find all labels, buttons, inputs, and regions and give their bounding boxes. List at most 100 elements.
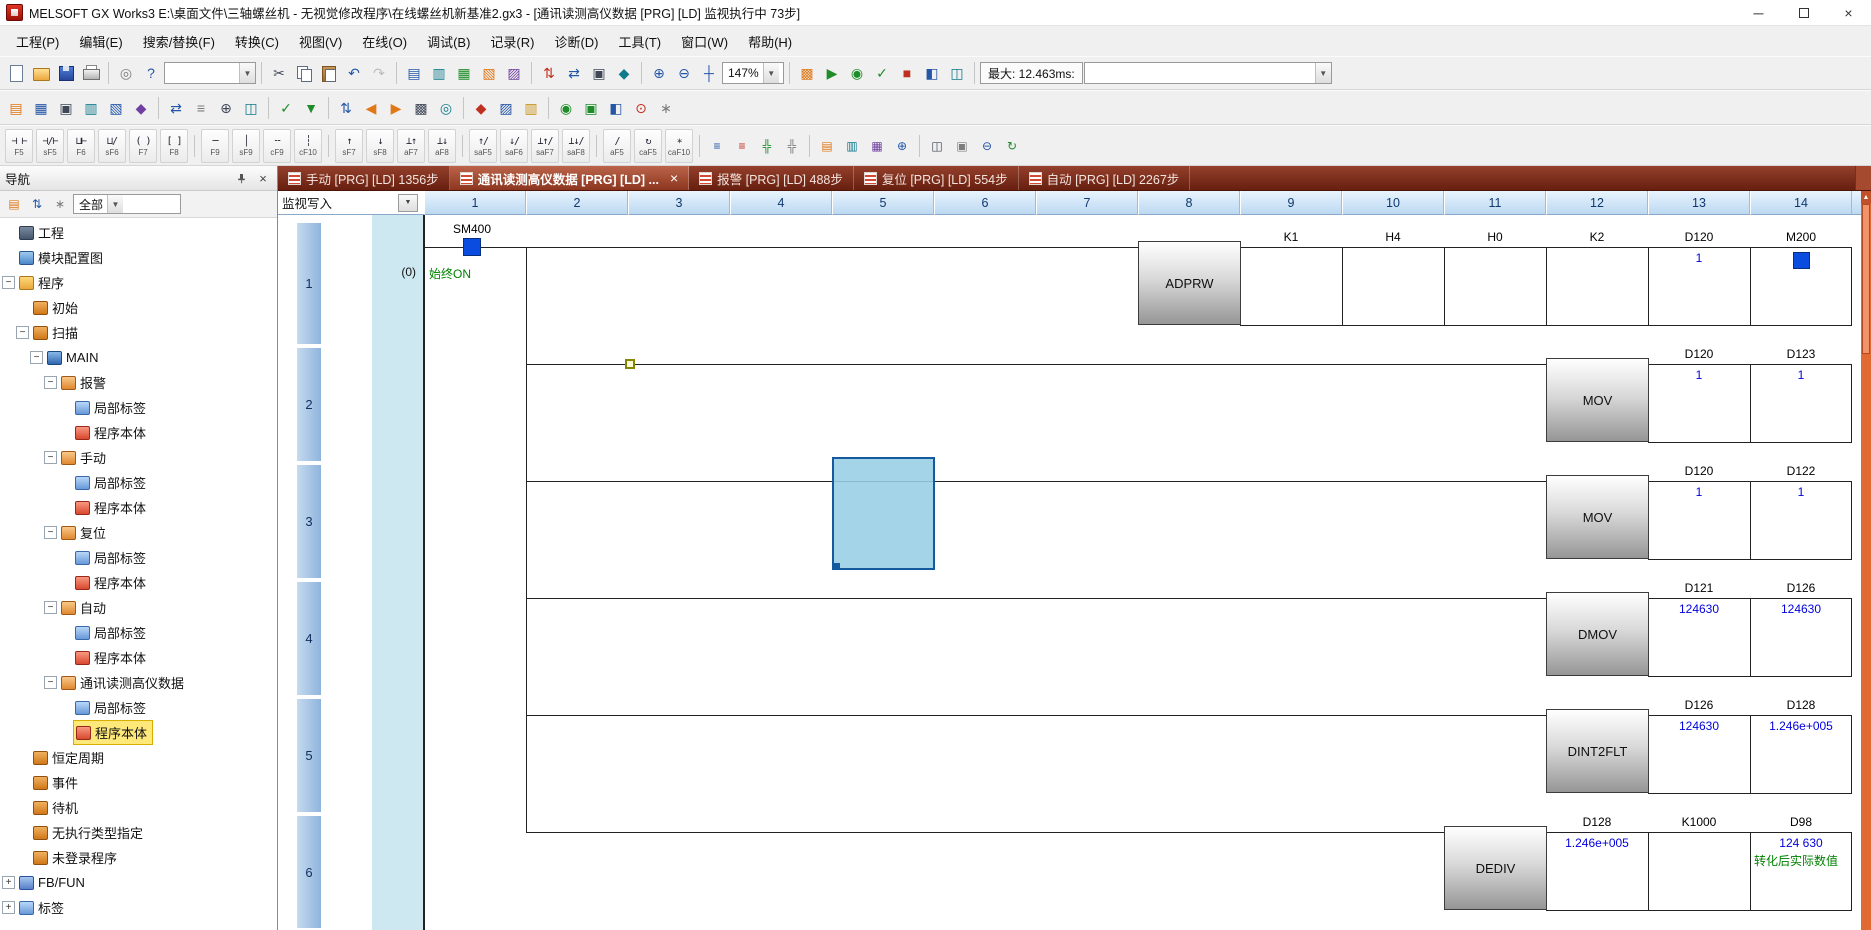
device-comment-display-icon[interactable]: ▤ <box>402 61 426 85</box>
menu-window[interactable]: 窗口(W) <box>671 27 738 56</box>
row-number[interactable]: 5 <box>296 698 322 813</box>
selected-cell[interactable] <box>832 457 935 570</box>
tab-overflow-button[interactable] <box>1855 166 1871 190</box>
system-monitor-icon[interactable]: ▨ <box>494 96 518 120</box>
invert-result-button[interactable]: /aF5 <box>603 129 631 163</box>
undo-icon[interactable]: ↶ <box>342 61 366 85</box>
minimize-button[interactable]: ─ <box>1736 0 1781 25</box>
program-navigation-icon[interactable]: ▤ <box>4 96 28 120</box>
cross-reference-icon[interactable]: ⇄ <box>164 96 188 120</box>
device-monitor-icon[interactable]: ▧ <box>477 61 501 85</box>
row-number[interactable]: 4 <box>296 581 322 696</box>
menu-convert[interactable]: 转换(C) <box>225 27 289 56</box>
menu-debug[interactable]: 调试(B) <box>417 27 480 56</box>
rising-pulse-close-branch-button[interactable]: ⊥↑/saF7 <box>531 129 559 163</box>
expander-icon[interactable] <box>30 351 43 364</box>
sidebar-item-module-config[interactable]: 模块配置图 <box>0 245 277 270</box>
display-setting-icon[interactable]: ▣ <box>950 134 974 158</box>
copy-icon[interactable] <box>292 61 316 85</box>
convert-result-rising-button[interactable]: ↻caF5 <box>634 129 662 163</box>
expander-icon[interactable] <box>16 326 29 339</box>
tab-alarm[interactable]: 报警 [PRG] [LD] 488步 <box>689 166 854 190</box>
tree-display-icon[interactable]: ▤ <box>4 194 24 214</box>
undo-history-icon[interactable]: ◎ <box>114 61 138 85</box>
chevron-down-icon[interactable]: ▼ <box>239 63 255 83</box>
monitor-stop-icon[interactable]: ■ <box>895 61 919 85</box>
tree-filter-combo[interactable]: 全部▼ <box>73 194 181 214</box>
sidebar-item-manual[interactable]: 手动 <box>0 445 277 470</box>
ladder-editor[interactable]: 监视写入 ▼ 1 2 3 4 5 6 7 8 9 10 11 12 13 14 … <box>278 191 1871 930</box>
statement-display-icon[interactable]: ▥ <box>427 61 451 85</box>
operand[interactable]: K2 <box>1546 230 1648 245</box>
new-project-icon[interactable] <box>4 61 28 85</box>
expander-icon[interactable] <box>2 276 15 289</box>
monitor-write-mode-icon[interactable]: ▣ <box>579 96 603 120</box>
operand[interactable]: D122 <box>1750 464 1852 479</box>
menu-help[interactable]: 帮助(H) <box>738 27 802 56</box>
contact-on-indicator[interactable] <box>463 238 481 256</box>
edit-statement-icon[interactable]: ▥ <box>840 134 864 158</box>
sidebar-item-label[interactable]: 标签 <box>0 895 277 920</box>
expander-icon[interactable] <box>44 376 57 389</box>
operand[interactable]: D128 <box>1546 815 1648 830</box>
menu-project[interactable]: 工程(P) <box>6 27 69 56</box>
menu-online[interactable]: 在线(O) <box>352 27 417 56</box>
project-combo[interactable]: ▼ <box>164 62 256 84</box>
sidebar-item-unregistered[interactable]: 未登录程序 <box>0 845 277 870</box>
sidebar-item-auto[interactable]: 自动 <box>0 595 277 620</box>
simulation-start-icon[interactable]: ▶ <box>820 61 844 85</box>
operand[interactable]: D98 <box>1750 815 1852 830</box>
edit-comment-icon[interactable]: ▤ <box>815 134 839 158</box>
row-number[interactable]: 3 <box>296 464 322 579</box>
expander-icon[interactable] <box>44 676 57 689</box>
sidebar-item-local-label[interactable]: 局部标签 <box>0 545 277 570</box>
buffer-memory-monitor-icon[interactable]: ▨ <box>502 61 526 85</box>
scrollbar-thumb[interactable] <box>1862 204 1870 354</box>
sidebar-item-fbfun[interactable]: FB/FUN <box>0 870 277 895</box>
instruction-dint2flt[interactable]: DINT2FLT <box>1546 709 1649 793</box>
convert-icon[interactable]: ✓ <box>274 96 298 120</box>
sidebar-item-main[interactable]: MAIN <box>0 345 277 370</box>
monitor-mode-dropdown[interactable]: ▼ <box>398 194 418 212</box>
pin-icon[interactable] <box>232 169 250 187</box>
wrap-display-icon[interactable]: ↻ <box>1000 134 1024 158</box>
remote-operation-icon[interactable]: ◆ <box>612 61 636 85</box>
close-branch-button[interactable]: ⊔/sF6 <box>98 129 126 163</box>
help-icon[interactable]: ? <box>139 61 163 85</box>
close-panel-icon[interactable]: × <box>254 169 272 187</box>
row-number[interactable]: 2 <box>296 347 322 462</box>
watch-window-1-icon[interactable]: ◫ <box>239 96 263 120</box>
operand[interactable]: D126 <box>1750 581 1852 596</box>
insert-line-icon[interactable]: ≡ <box>705 134 729 158</box>
verify-with-plc-icon[interactable]: ▣ <box>587 61 611 85</box>
online-data-operation-icon[interactable]: ⇅ <box>334 96 358 120</box>
operand[interactable]: D128 <box>1750 698 1852 713</box>
delete-horizontal-line-button[interactable]: ╌cF9 <box>263 129 291 163</box>
chevron-down-icon[interactable]: ▼ <box>1315 63 1331 83</box>
row-number[interactable]: 1 <box>296 222 322 345</box>
sidebar-item-event[interactable]: 事件 <box>0 770 277 795</box>
sidebar-item-program-body[interactable]: 程序本体 <box>0 570 277 595</box>
ladder-check-icon[interactable]: ▩ <box>795 61 819 85</box>
vertical-line-button[interactable]: │sF9 <box>232 129 260 163</box>
note-display-icon[interactable]: ▦ <box>452 61 476 85</box>
falling-pulse-button[interactable]: ↓sF8 <box>366 129 394 163</box>
zoom-combo[interactable]: 147%▼ <box>722 62 784 84</box>
sidebar-item-program-body[interactable]: 程序本体 <box>0 645 277 670</box>
menu-find-replace[interactable]: 搜索/替换(F) <box>133 27 225 56</box>
menu-tools[interactable]: 工具(T) <box>609 27 672 56</box>
operand[interactable]: D121 <box>1648 581 1750 596</box>
find-replace-icon[interactable]: ⊕ <box>214 96 238 120</box>
module-configuration-icon[interactable]: ▦ <box>29 96 53 120</box>
operand[interactable]: D120 <box>1648 464 1750 479</box>
menu-diagnostics[interactable]: 诊断(D) <box>544 27 608 56</box>
delete-line-icon[interactable]: ≡ <box>730 134 754 158</box>
row-number[interactable]: 6 <box>296 815 322 929</box>
monitor-write-start-icon[interactable]: ✓ <box>870 61 894 85</box>
sidebar-item-program[interactable]: 程序 <box>0 270 277 295</box>
edit-note-icon[interactable]: ▦ <box>865 134 889 158</box>
edit-position-marker[interactable] <box>625 359 635 369</box>
paste-icon[interactable] <box>317 61 341 85</box>
sidebar-item-local-label[interactable]: 局部标签 <box>0 470 277 495</box>
options-icon[interactable]: ∗ <box>654 96 678 120</box>
